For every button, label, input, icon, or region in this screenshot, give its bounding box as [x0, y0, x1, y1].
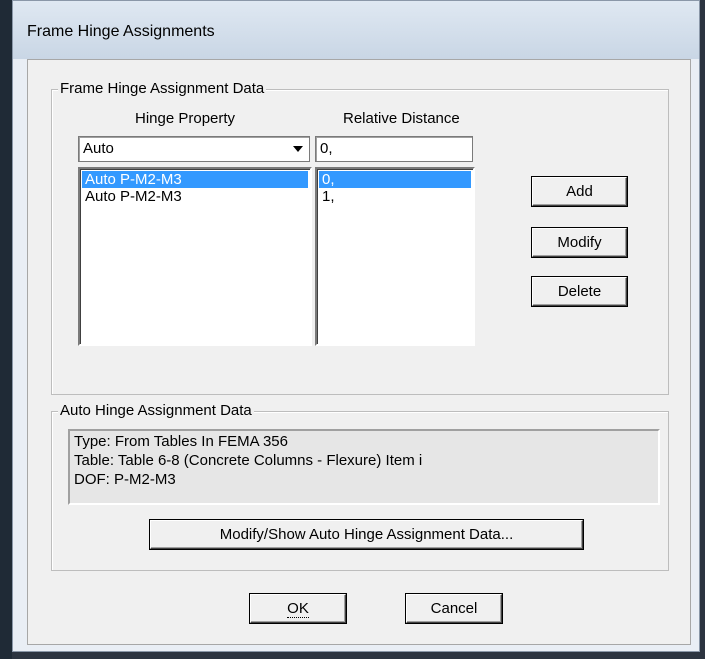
cancel-button[interactable]: Cancel: [406, 594, 502, 623]
auto-hinge-info-box: Type: From Tables In FEMA 356 Table: Tab…: [68, 429, 660, 505]
dialog-client-area: Frame Hinge Assignment Data Hinge Proper…: [27, 59, 691, 645]
list-item[interactable]: 1,: [319, 188, 471, 205]
ok-button[interactable]: OK: [250, 594, 346, 623]
ok-button-label: OK: [287, 599, 309, 618]
modify-button[interactable]: Modify: [532, 228, 627, 257]
relative-distance-label: Relative Distance: [343, 110, 460, 127]
modify-show-auto-hinge-button[interactable]: Modify/Show Auto Hinge Assignment Data..…: [150, 520, 583, 549]
hinge-assignment-group-title: Frame Hinge Assignment Data: [58, 80, 267, 97]
auto-hinge-table-text: Table: Table 6-8 (Concrete Columns - Fle…: [74, 452, 423, 469]
list-item[interactable]: 0,: [319, 171, 471, 188]
hinge-property-label: Hinge Property: [135, 110, 236, 127]
chevron-down-icon[interactable]: [289, 139, 307, 159]
auto-hinge-dof-text: DOF: P-M2-M3: [74, 471, 176, 488]
auto-hinge-group-title: Auto Hinge Assignment Data: [58, 402, 254, 419]
add-button[interactable]: Add: [532, 177, 627, 206]
delete-button[interactable]: Delete: [532, 277, 627, 306]
hinge-property-value: Auto: [83, 140, 114, 157]
hinge-property-combo[interactable]: Auto: [78, 136, 310, 162]
relative-distance-value: 0,: [320, 140, 333, 157]
relative-distance-input[interactable]: 0,: [315, 136, 473, 162]
relative-distance-list[interactable]: 0, 1,: [315, 167, 475, 346]
title-bar[interactable]: Frame Hinge Assignments: [13, 1, 699, 59]
window-title: Frame Hinge Assignments: [27, 23, 215, 40]
dialog-window: Frame Hinge Assignments Frame Hinge Assi…: [12, 0, 700, 652]
hinge-property-list[interactable]: Auto P-M2-M3 Auto P-M2-M3: [78, 167, 312, 346]
auto-hinge-type-text: Type: From Tables In FEMA 356: [74, 433, 288, 450]
background-desktop: [0, 0, 12, 659]
list-item[interactable]: Auto P-M2-M3: [82, 188, 308, 205]
list-item[interactable]: Auto P-M2-M3: [82, 171, 308, 188]
